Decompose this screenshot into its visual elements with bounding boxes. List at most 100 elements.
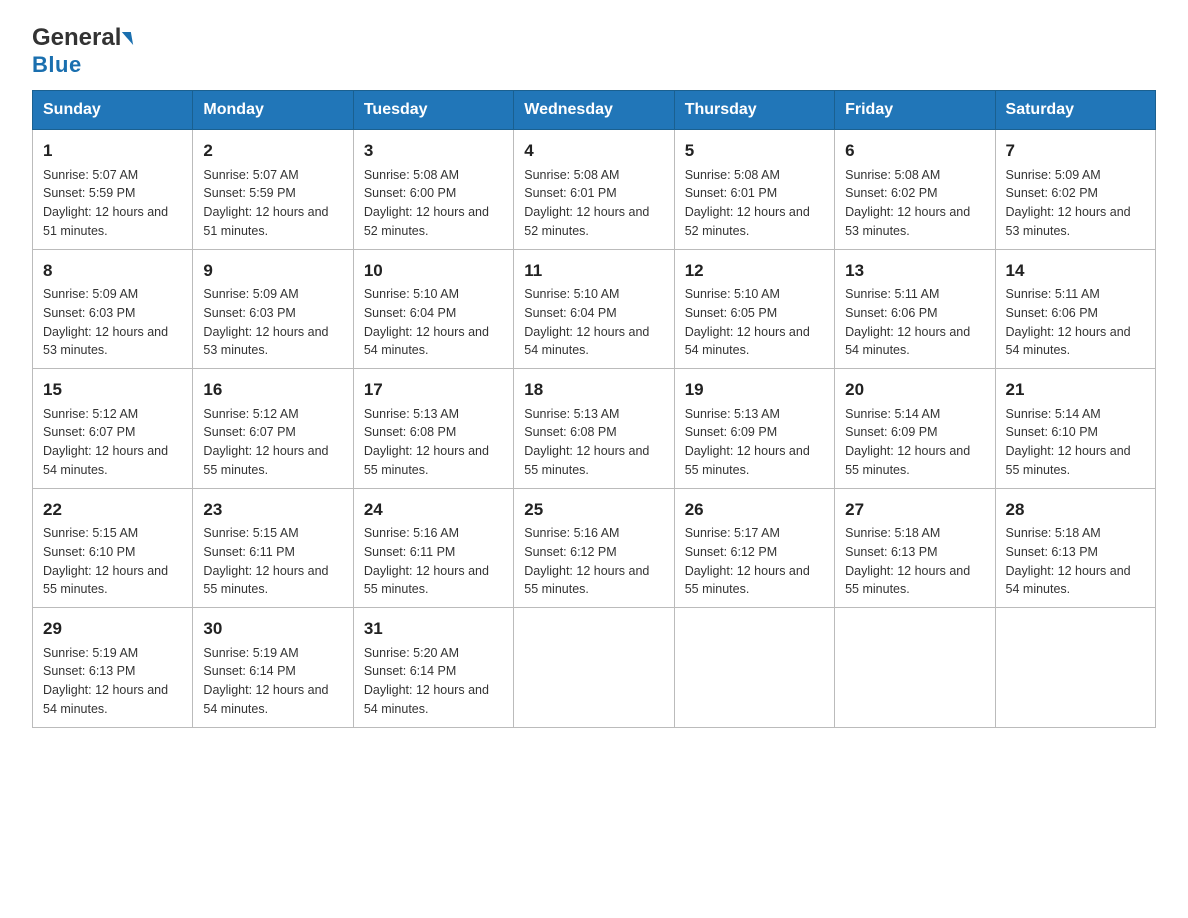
calendar-cell: 25Sunrise: 5:16 AMSunset: 6:12 PMDayligh… — [514, 488, 674, 608]
calendar-cell: 20Sunrise: 5:14 AMSunset: 6:09 PMDayligh… — [835, 369, 995, 489]
day-number: 7 — [1006, 138, 1145, 164]
day-number: 6 — [845, 138, 984, 164]
calendar-cell: 21Sunrise: 5:14 AMSunset: 6:10 PMDayligh… — [995, 369, 1155, 489]
logo: General Blue — [32, 24, 132, 78]
calendar-cell: 23Sunrise: 5:15 AMSunset: 6:11 PMDayligh… — [193, 488, 353, 608]
day-info: Sunrise: 5:11 AMSunset: 6:06 PMDaylight:… — [1006, 285, 1145, 360]
day-number: 9 — [203, 258, 342, 284]
calendar-cell — [674, 608, 834, 728]
day-number: 2 — [203, 138, 342, 164]
page-header: General Blue — [32, 24, 1156, 78]
day-info: Sunrise: 5:07 AMSunset: 5:59 PMDaylight:… — [43, 166, 182, 241]
day-number: 26 — [685, 497, 824, 523]
calendar-cell: 27Sunrise: 5:18 AMSunset: 6:13 PMDayligh… — [835, 488, 995, 608]
day-number: 21 — [1006, 377, 1145, 403]
day-number: 24 — [364, 497, 503, 523]
day-info: Sunrise: 5:13 AMSunset: 6:08 PMDaylight:… — [364, 405, 503, 480]
calendar-cell: 15Sunrise: 5:12 AMSunset: 6:07 PMDayligh… — [33, 369, 193, 489]
day-number: 17 — [364, 377, 503, 403]
day-number: 8 — [43, 258, 182, 284]
day-number: 13 — [845, 258, 984, 284]
calendar-cell: 8Sunrise: 5:09 AMSunset: 6:03 PMDaylight… — [33, 249, 193, 369]
calendar-cell: 24Sunrise: 5:16 AMSunset: 6:11 PMDayligh… — [353, 488, 513, 608]
calendar-week-row: 29Sunrise: 5:19 AMSunset: 6:13 PMDayligh… — [33, 608, 1156, 728]
day-header-tuesday: Tuesday — [353, 91, 513, 130]
calendar-cell: 16Sunrise: 5:12 AMSunset: 6:07 PMDayligh… — [193, 369, 353, 489]
calendar-table: SundayMondayTuesdayWednesdayThursdayFrid… — [32, 90, 1156, 728]
day-info: Sunrise: 5:19 AMSunset: 6:13 PMDaylight:… — [43, 644, 182, 719]
day-info: Sunrise: 5:14 AMSunset: 6:09 PMDaylight:… — [845, 405, 984, 480]
day-header-thursday: Thursday — [674, 91, 834, 130]
day-number: 27 — [845, 497, 984, 523]
day-number: 31 — [364, 616, 503, 642]
calendar-week-row: 22Sunrise: 5:15 AMSunset: 6:10 PMDayligh… — [33, 488, 1156, 608]
day-number: 22 — [43, 497, 182, 523]
day-info: Sunrise: 5:12 AMSunset: 6:07 PMDaylight:… — [203, 405, 342, 480]
day-number: 10 — [364, 258, 503, 284]
calendar-cell: 29Sunrise: 5:19 AMSunset: 6:13 PMDayligh… — [33, 608, 193, 728]
day-number: 28 — [1006, 497, 1145, 523]
day-number: 5 — [685, 138, 824, 164]
day-info: Sunrise: 5:10 AMSunset: 6:04 PMDaylight:… — [524, 285, 663, 360]
calendar-cell: 31Sunrise: 5:20 AMSunset: 6:14 PMDayligh… — [353, 608, 513, 728]
day-info: Sunrise: 5:18 AMSunset: 6:13 PMDaylight:… — [845, 524, 984, 599]
calendar-cell: 4Sunrise: 5:08 AMSunset: 6:01 PMDaylight… — [514, 130, 674, 250]
day-number: 12 — [685, 258, 824, 284]
calendar-cell: 2Sunrise: 5:07 AMSunset: 5:59 PMDaylight… — [193, 130, 353, 250]
day-info: Sunrise: 5:18 AMSunset: 6:13 PMDaylight:… — [1006, 524, 1145, 599]
day-info: Sunrise: 5:08 AMSunset: 6:02 PMDaylight:… — [845, 166, 984, 241]
day-info: Sunrise: 5:07 AMSunset: 5:59 PMDaylight:… — [203, 166, 342, 241]
calendar-cell: 28Sunrise: 5:18 AMSunset: 6:13 PMDayligh… — [995, 488, 1155, 608]
day-info: Sunrise: 5:09 AMSunset: 6:03 PMDaylight:… — [203, 285, 342, 360]
calendar-cell — [995, 608, 1155, 728]
calendar-cell: 12Sunrise: 5:10 AMSunset: 6:05 PMDayligh… — [674, 249, 834, 369]
day-info: Sunrise: 5:12 AMSunset: 6:07 PMDaylight:… — [43, 405, 182, 480]
day-header-wednesday: Wednesday — [514, 91, 674, 130]
calendar-cell: 30Sunrise: 5:19 AMSunset: 6:14 PMDayligh… — [193, 608, 353, 728]
day-info: Sunrise: 5:13 AMSunset: 6:08 PMDaylight:… — [524, 405, 663, 480]
day-number: 16 — [203, 377, 342, 403]
day-number: 30 — [203, 616, 342, 642]
calendar-week-row: 1Sunrise: 5:07 AMSunset: 5:59 PMDaylight… — [33, 130, 1156, 250]
day-info: Sunrise: 5:14 AMSunset: 6:10 PMDaylight:… — [1006, 405, 1145, 480]
day-number: 18 — [524, 377, 663, 403]
day-info: Sunrise: 5:15 AMSunset: 6:11 PMDaylight:… — [203, 524, 342, 599]
day-number: 14 — [1006, 258, 1145, 284]
calendar-cell: 22Sunrise: 5:15 AMSunset: 6:10 PMDayligh… — [33, 488, 193, 608]
day-number: 1 — [43, 138, 182, 164]
calendar-cell: 10Sunrise: 5:10 AMSunset: 6:04 PMDayligh… — [353, 249, 513, 369]
day-number: 23 — [203, 497, 342, 523]
day-info: Sunrise: 5:09 AMSunset: 6:03 PMDaylight:… — [43, 285, 182, 360]
day-number: 25 — [524, 497, 663, 523]
day-number: 29 — [43, 616, 182, 642]
calendar-header-row: SundayMondayTuesdayWednesdayThursdayFrid… — [33, 91, 1156, 130]
day-number: 20 — [845, 377, 984, 403]
day-info: Sunrise: 5:13 AMSunset: 6:09 PMDaylight:… — [685, 405, 824, 480]
calendar-week-row: 8Sunrise: 5:09 AMSunset: 6:03 PMDaylight… — [33, 249, 1156, 369]
calendar-cell: 1Sunrise: 5:07 AMSunset: 5:59 PMDaylight… — [33, 130, 193, 250]
day-info: Sunrise: 5:11 AMSunset: 6:06 PMDaylight:… — [845, 285, 984, 360]
logo-general-text: General — [32, 24, 132, 52]
day-info: Sunrise: 5:10 AMSunset: 6:05 PMDaylight:… — [685, 285, 824, 360]
day-number: 19 — [685, 377, 824, 403]
day-header-monday: Monday — [193, 91, 353, 130]
calendar-cell: 18Sunrise: 5:13 AMSunset: 6:08 PMDayligh… — [514, 369, 674, 489]
day-number: 3 — [364, 138, 503, 164]
calendar-cell: 17Sunrise: 5:13 AMSunset: 6:08 PMDayligh… — [353, 369, 513, 489]
day-number: 4 — [524, 138, 663, 164]
day-number: 15 — [43, 377, 182, 403]
day-number: 11 — [524, 258, 663, 284]
logo-blue-text: Blue — [32, 52, 82, 78]
day-info: Sunrise: 5:20 AMSunset: 6:14 PMDaylight:… — [364, 644, 503, 719]
calendar-cell: 6Sunrise: 5:08 AMSunset: 6:02 PMDaylight… — [835, 130, 995, 250]
calendar-cell: 19Sunrise: 5:13 AMSunset: 6:09 PMDayligh… — [674, 369, 834, 489]
day-info: Sunrise: 5:17 AMSunset: 6:12 PMDaylight:… — [685, 524, 824, 599]
day-info: Sunrise: 5:09 AMSunset: 6:02 PMDaylight:… — [1006, 166, 1145, 241]
day-header-friday: Friday — [835, 91, 995, 130]
day-info: Sunrise: 5:16 AMSunset: 6:11 PMDaylight:… — [364, 524, 503, 599]
calendar-cell: 26Sunrise: 5:17 AMSunset: 6:12 PMDayligh… — [674, 488, 834, 608]
calendar-cell — [514, 608, 674, 728]
calendar-cell — [835, 608, 995, 728]
day-header-saturday: Saturday — [995, 91, 1155, 130]
day-header-sunday: Sunday — [33, 91, 193, 130]
